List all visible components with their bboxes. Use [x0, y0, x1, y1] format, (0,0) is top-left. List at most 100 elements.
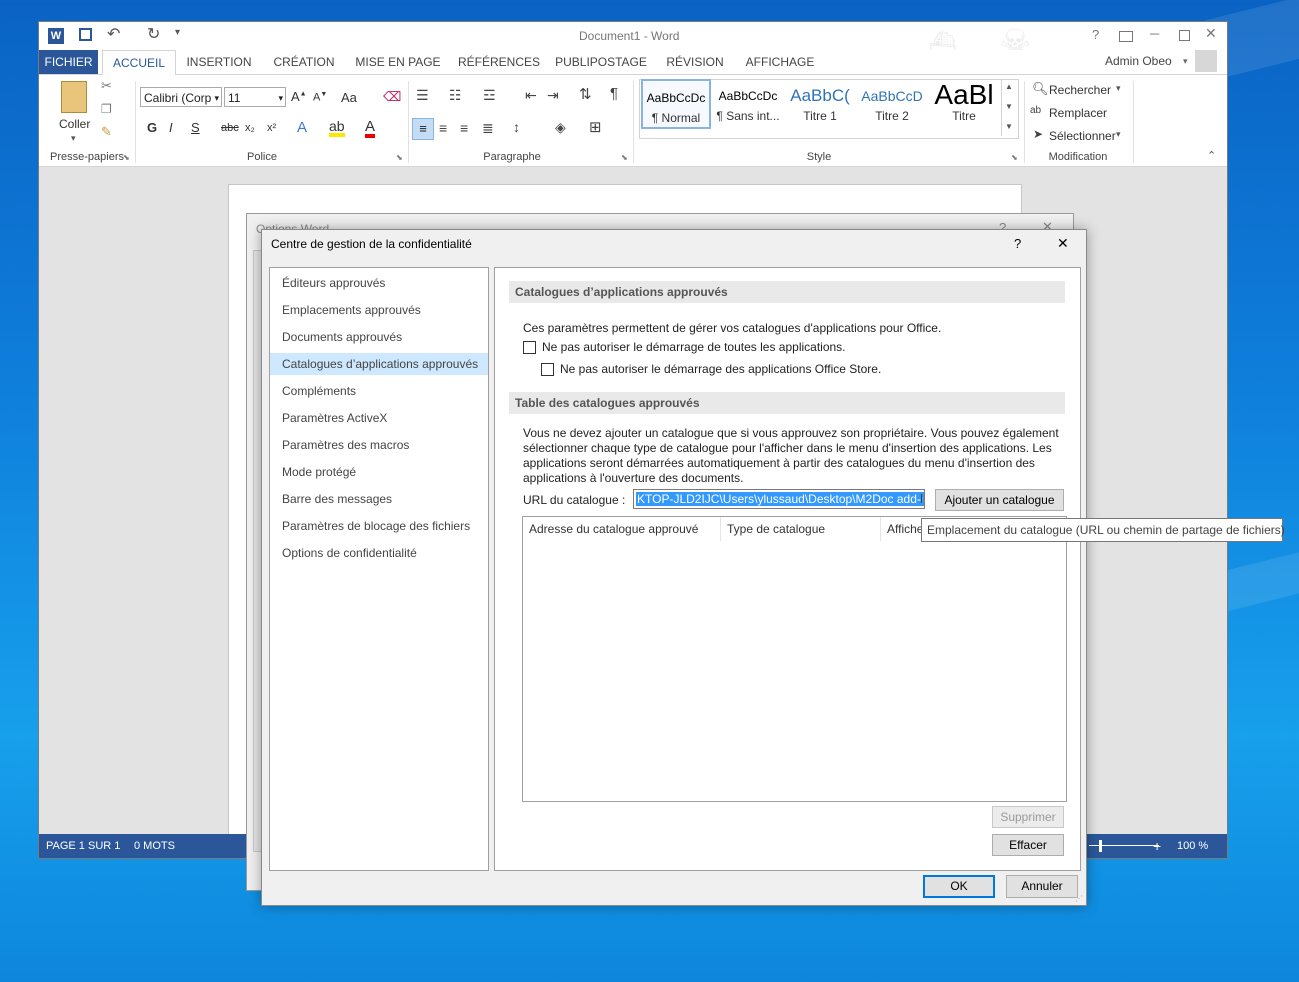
font-name-combo[interactable]: Calibri (Corp ▾: [140, 87, 222, 107]
ok-button[interactable]: OK: [923, 875, 995, 898]
delete-button[interactable]: Supprimer: [992, 806, 1064, 828]
nav-file-block-settings[interactable]: Paramètres de blocage des fichiers: [270, 515, 488, 537]
bold-button[interactable]: G: [147, 120, 157, 135]
replace-button[interactable]: Remplacer: [1049, 106, 1107, 120]
scroll-down-icon[interactable]: ▼: [1005, 102, 1013, 111]
font-launcher-icon[interactable]: ⬊: [396, 153, 403, 162]
nav-activex-settings[interactable]: Paramètres ActiveX: [270, 407, 488, 429]
font-color-icon[interactable]: A: [365, 119, 376, 138]
style-heading-1[interactable]: AaBbC( Titre 1: [785, 79, 855, 129]
select-cursor-icon[interactable]: ➤: [1033, 127, 1043, 141]
tab-view[interactable]: AFFICHAGE: [743, 50, 817, 74]
style-title[interactable]: AaBl Titre: [929, 79, 999, 129]
scroll-up-icon[interactable]: ▲: [1005, 82, 1013, 91]
customize-toolbar-icon[interactable]: ▾: [175, 27, 180, 38]
undo-icon[interactable]: ↶: [107, 24, 120, 44]
find-button[interactable]: Rechercher: [1049, 83, 1111, 97]
word-count[interactable]: 0 MOTS: [134, 834, 175, 858]
checkbox-block-store-apps[interactable]: [541, 363, 554, 376]
tab-references[interactable]: RÉFÉRENCES: [457, 50, 541, 74]
ribbon-display-icon[interactable]: [1119, 31, 1133, 42]
user-dropdown-icon[interactable]: ▾: [1183, 56, 1188, 67]
line-spacing-icon[interactable]: ↕: [513, 119, 520, 135]
paste-icon[interactable]: [61, 81, 87, 113]
nav-add-ins[interactable]: Compléments: [270, 380, 488, 402]
highlight-icon[interactable]: ab: [329, 119, 345, 137]
clear-button[interactable]: Effacer: [992, 834, 1064, 856]
copy-icon[interactable]: ❐: [101, 102, 112, 116]
find-icon[interactable]: 🔍︎: [1032, 81, 1049, 97]
replace-icon[interactable]: ab: [1030, 105, 1041, 116]
nav-macro-settings[interactable]: Paramètres des macros: [270, 434, 488, 456]
help-button[interactable]: ?: [1092, 27, 1099, 42]
tab-design[interactable]: CRÉATION: [269, 50, 339, 74]
paragraph-launcher-icon[interactable]: ⬊: [621, 153, 628, 162]
increase-indent-icon[interactable]: ⇥: [547, 87, 559, 104]
paste-button[interactable]: Coller: [59, 117, 90, 131]
clipboard-launcher-icon[interactable]: ⬊: [123, 153, 130, 162]
nav-trusted-publishers[interactable]: Éditeurs approuvés: [270, 272, 488, 294]
strikethrough-button[interactable]: abc: [221, 122, 239, 134]
resize-grip-icon[interactable]: ⋰: [1075, 894, 1083, 903]
tab-mailings[interactable]: PUBLIPOSTAGE: [555, 50, 647, 74]
style-no-spacing[interactable]: AaBbCcDc ¶ Sans int...: [713, 79, 783, 129]
more-styles-icon[interactable]: ▼: [1005, 122, 1013, 131]
change-case-button[interactable]: Aa: [341, 90, 357, 105]
style-heading-2[interactable]: AaBbCcD Titre 2: [857, 79, 927, 129]
nav-protected-view[interactable]: Mode protégé: [270, 461, 488, 483]
underline-button[interactable]: S: [191, 120, 200, 135]
zoom-level[interactable]: 100 %: [1177, 834, 1208, 858]
checkbox-label-block-store-apps[interactable]: Ne pas autoriser le démarrage des applic…: [560, 362, 881, 376]
tab-review[interactable]: RÉVISION: [661, 50, 729, 74]
style-normal[interactable]: AaBbCcDc ¶ Normal: [641, 79, 711, 129]
nav-privacy-options[interactable]: Options de confidentialité: [270, 542, 488, 564]
shrink-font-icon[interactable]: A▼: [313, 91, 327, 104]
decrease-indent-icon[interactable]: ⇤: [525, 87, 537, 104]
justify-icon[interactable]: ≣: [482, 120, 494, 137]
zoom-slider-thumb[interactable]: [1099, 840, 1102, 852]
page-count[interactable]: PAGE 1 SUR 1: [46, 834, 120, 858]
cancel-button[interactable]: Annuler: [1006, 875, 1078, 898]
align-left-icon[interactable]: ≡: [412, 118, 434, 140]
font-size-combo[interactable]: 11 ▾: [224, 87, 286, 107]
select-dropdown-icon[interactable]: ▾: [1116, 129, 1121, 140]
nav-trusted-documents[interactable]: Documents approuvés: [270, 326, 488, 348]
close-icon[interactable]: ✕: [1057, 235, 1069, 252]
paste-dropdown-icon[interactable]: ▾: [71, 133, 76, 144]
tab-insert[interactable]: INSERTION: [184, 50, 254, 74]
minimize-icon[interactable]: ─: [1150, 26, 1159, 41]
redo-icon[interactable]: ↻: [147, 24, 160, 44]
find-dropdown-icon[interactable]: ▾: [1116, 83, 1121, 94]
user-name[interactable]: Admin Obeo: [1105, 54, 1172, 68]
save-icon[interactable]: [79, 28, 92, 41]
add-catalog-button[interactable]: Ajouter un catalogue: [935, 489, 1064, 511]
column-header-type[interactable]: Type de catalogue: [721, 517, 881, 541]
format-painter-icon[interactable]: ✎: [101, 124, 112, 140]
nav-message-bar[interactable]: Barre des messages: [270, 488, 488, 510]
align-right-icon[interactable]: ≡: [460, 120, 468, 136]
borders-icon[interactable]: ⊞: [589, 118, 602, 136]
nav-trusted-app-catalogs[interactable]: Catalogues d’applications approuvés: [270, 353, 488, 375]
tab-home[interactable]: ACCUEIL: [102, 50, 176, 76]
text-effects-icon[interactable]: A: [297, 119, 307, 136]
maximize-icon[interactable]: [1179, 30, 1190, 41]
select-button[interactable]: Sélectionner: [1049, 129, 1116, 143]
italic-button[interactable]: I: [169, 120, 173, 135]
chevron-down-icon[interactable]: ▾: [278, 88, 283, 108]
styles-launcher-icon[interactable]: ⬊: [1011, 153, 1018, 162]
zoom-in-icon[interactable]: +: [1153, 834, 1161, 858]
clear-formatting-icon[interactable]: ⌫: [383, 89, 401, 105]
cut-icon[interactable]: ✂: [101, 78, 112, 94]
checkbox-block-all-apps[interactable]: [523, 341, 536, 354]
tab-layout[interactable]: MISE EN PAGE: [355, 50, 441, 74]
chevron-down-icon[interactable]: ▾: [214, 88, 219, 108]
multilevel-list-icon[interactable]: ☲: [483, 87, 496, 104]
help-button[interactable]: ?: [1014, 236, 1021, 251]
avatar[interactable]: [1195, 50, 1217, 72]
superscript-button[interactable]: x²: [267, 122, 276, 134]
checkbox-label-block-all-apps[interactable]: Ne pas autoriser le démarrage de toutes …: [542, 340, 846, 354]
shading-icon[interactable]: ◈: [555, 119, 566, 136]
align-center-icon[interactable]: ≡: [439, 120, 447, 136]
subscript-button[interactable]: x₂: [245, 122, 255, 134]
collapse-ribbon-icon[interactable]: ⌃: [1207, 149, 1216, 162]
